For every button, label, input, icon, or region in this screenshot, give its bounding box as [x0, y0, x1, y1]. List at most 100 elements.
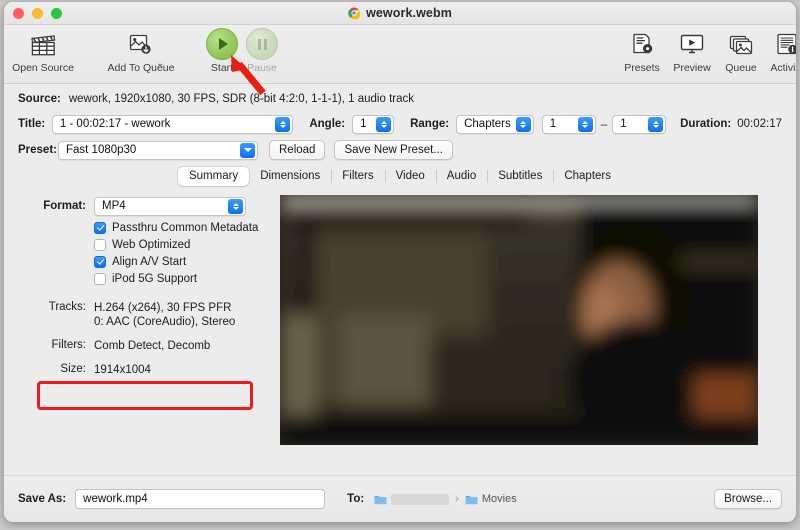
- range-type-popup[interactable]: Chapters: [456, 114, 534, 134]
- tab-chapters[interactable]: Chapters: [553, 167, 622, 186]
- filters-row: Filters: Comb Detect, Decomb: [32, 339, 280, 353]
- format-value: MP4: [102, 200, 126, 212]
- presets-icon: [629, 29, 655, 59]
- tracks-line-1: H.264 (x264), 30 FPS PFR: [94, 302, 232, 314]
- checkbox-web-optimized[interactable]: Web Optimized: [94, 236, 280, 253]
- tracks-label: Tracks:: [48, 301, 86, 313]
- save-as-label: Save As:: [18, 493, 67, 505]
- tab-audio-label: Audio: [446, 170, 477, 182]
- format-stepper-icon[interactable]: [228, 198, 243, 214]
- duration-value: 00:02:17: [737, 118, 782, 130]
- tab-bar: Summary Dimensions Filters Video Audio S…: [177, 166, 622, 186]
- chevron-down-icon[interactable]: ⌄: [156, 58, 164, 69]
- preset-row: Preset: Fast 1080p30 Reload Save New Pre…: [18, 137, 782, 163]
- preset-popup[interactable]: Fast 1080p30: [58, 140, 258, 160]
- save-new-preset-button[interactable]: Save New Preset...: [334, 140, 453, 160]
- summary-pane: Format: MP4 Passthru Common Metadata Web…: [4, 189, 796, 475]
- range-start-popup[interactable]: 1: [541, 114, 596, 134]
- tracks-values: H.264 (x264), 30 FPS PFR 0: AAC (CoreAud…: [94, 301, 235, 329]
- checkbox-align-av-start-box[interactable]: [94, 255, 106, 268]
- title-row: Title: 1 - 00:02:17 - wework Angle: 1 Ra…: [18, 111, 782, 137]
- checkbox-passthru-metadata[interactable]: Passthru Common Metadata: [94, 219, 280, 236]
- checkbox-align-av-start[interactable]: Align A/V Start: [94, 253, 280, 270]
- tab-bar-wrapper: Summary Dimensions Filters Video Audio S…: [4, 163, 796, 189]
- tab-subtitles-label: Subtitles: [498, 170, 543, 182]
- presets-label: Presets: [624, 62, 660, 74]
- title-value: 1 - 00:02:17 - wework: [59, 118, 171, 130]
- open-source-label: Open Source: [12, 62, 74, 74]
- checkbox-ipod-5g-support[interactable]: iPod 5G Support: [94, 270, 280, 287]
- destination-path[interactable]: › Movies: [374, 493, 517, 505]
- clapperboard-icon: [29, 29, 57, 59]
- angle-stepper-icon[interactable]: [376, 116, 392, 132]
- range-type-value: Chapters: [464, 118, 511, 130]
- checkbox-ipod-5g-support-box[interactable]: [94, 272, 106, 285]
- title-stepper-icon[interactable]: [275, 116, 291, 132]
- path-separator: ›: [455, 493, 459, 505]
- tracks-row: Tracks: H.264 (x264), 30 FPS PFR 0: AAC …: [32, 301, 280, 329]
- tracks-line-2: 0: AAC (CoreAudio), Stereo: [94, 316, 236, 328]
- range-type-stepper-icon[interactable]: [515, 116, 531, 132]
- preview-monitor-icon: [678, 29, 706, 59]
- destination-label: To:: [347, 493, 365, 505]
- preset-dropdown-icon[interactable]: [240, 142, 255, 158]
- angle-label: Angle:: [309, 118, 346, 130]
- activity-label: Activity: [770, 62, 796, 74]
- filters-label: Filters:: [51, 339, 87, 351]
- checkbox-passthru-metadata-box[interactable]: [94, 221, 106, 234]
- duration-label: Duration:: [680, 118, 732, 130]
- movies-folder-icon: [465, 495, 478, 504]
- angle-value: 1: [360, 118, 367, 130]
- tab-audio[interactable]: Audio: [435, 167, 487, 186]
- preset-label: Preset:: [18, 144, 57, 156]
- save-as-value: wework.mp4: [83, 493, 148, 505]
- tab-subtitles[interactable]: Subtitles: [487, 167, 553, 186]
- format-highlight-annotation: [37, 381, 253, 410]
- browse-button[interactable]: Browse...: [714, 489, 782, 509]
- range-end-stepper-icon[interactable]: [648, 116, 664, 132]
- range-label: Range:: [410, 118, 450, 130]
- range-end-popup[interactable]: 1: [612, 114, 667, 134]
- tab-dimensions[interactable]: Dimensions: [249, 167, 331, 186]
- activity-button[interactable]: Activity: [754, 29, 796, 74]
- summary-settings: Format: MP4 Passthru Common Metadata Web…: [32, 195, 280, 377]
- queue-label: Queue: [725, 62, 757, 74]
- chrome-icon: [348, 7, 361, 19]
- tab-summary[interactable]: Summary: [177, 166, 250, 186]
- checkbox-align-av-start-label: Align A/V Start: [112, 255, 187, 268]
- save-new-preset-label: Save New Preset...: [344, 144, 443, 156]
- tab-dimensions-label: Dimensions: [260, 170, 321, 182]
- tab-video[interactable]: Video: [384, 167, 436, 186]
- tab-filters[interactable]: Filters: [331, 167, 384, 186]
- size-row: Size: 1914x1004: [32, 363, 280, 377]
- preview-thumbnail[interactable]: [280, 195, 758, 445]
- screenshot-root: wework.webm Open Source Add To Queue ⌄ S…: [0, 0, 800, 530]
- checkbox-web-optimized-box[interactable]: [94, 238, 106, 251]
- add-to-queue-label: Add To Queue: [107, 62, 175, 74]
- preset-value: Fast 1080p30: [66, 144, 137, 156]
- angle-popup[interactable]: 1: [352, 114, 395, 134]
- range-dash: –: [600, 117, 608, 131]
- range-start-stepper-icon[interactable]: [577, 116, 593, 132]
- save-as-input[interactable]: wework.mp4: [75, 489, 326, 509]
- tab-filters-label: Filters: [342, 170, 374, 182]
- pause-label: Pause: [247, 62, 277, 74]
- title-popup[interactable]: 1 - 00:02:17 - wework: [51, 114, 294, 134]
- activity-log-icon: [774, 29, 796, 59]
- source-row: Source: wework, 1920x1080, 30 FPS, SDR (…: [18, 84, 782, 111]
- source-value: wework, 1920x1080, 30 FPS, SDR (8-bit 4:…: [68, 93, 414, 105]
- folder-icon: [374, 495, 387, 504]
- add-to-queue-icon: [127, 29, 155, 59]
- open-source-button[interactable]: Open Source: [10, 29, 76, 74]
- title-label: Title:: [18, 118, 46, 130]
- window-title-area: wework.webm: [4, 2, 796, 24]
- reload-button[interactable]: Reload: [269, 140, 326, 160]
- format-row: Format: MP4: [32, 195, 280, 217]
- format-popup[interactable]: MP4: [94, 196, 246, 216]
- window-title: wework.webm: [366, 6, 452, 20]
- reload-label: Reload: [279, 144, 316, 156]
- save-as-bar: Save As: wework.mp4 To: › Movies Browse.…: [4, 475, 796, 522]
- range-start-value: 1: [549, 118, 557, 130]
- destination-folder-name: Movies: [481, 493, 517, 505]
- pause-circle-icon: [246, 28, 278, 60]
